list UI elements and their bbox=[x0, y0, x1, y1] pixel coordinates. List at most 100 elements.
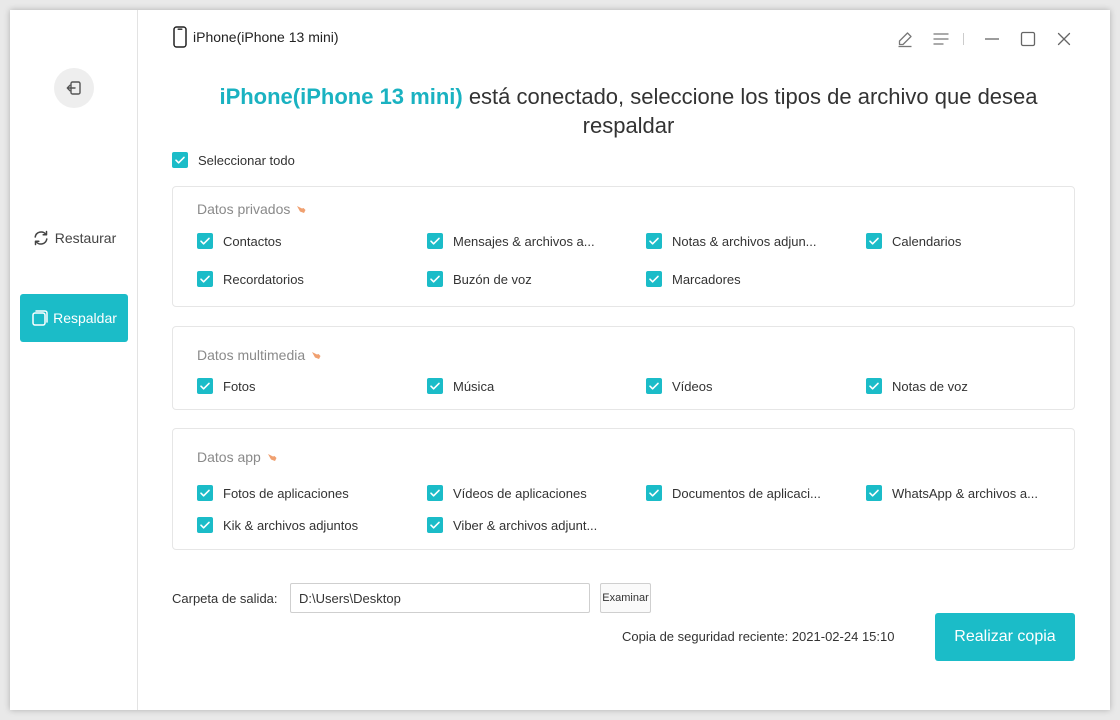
group-title: Datos app bbox=[197, 449, 278, 465]
group-title: Datos privados bbox=[197, 201, 307, 217]
menu-button[interactable] bbox=[923, 28, 959, 50]
group-title: Datos multimedia bbox=[197, 347, 322, 363]
group-title-text: Datos multimedia bbox=[197, 347, 306, 363]
device-title-text: iPhone(iPhone 13 mini) bbox=[193, 29, 339, 45]
checkbox-label: Música bbox=[453, 378, 495, 394]
sidebar: Restaurar Respaldar bbox=[10, 10, 138, 710]
checkbox-whatsapp[interactable]: WhatsApp & archivos a... bbox=[866, 485, 1038, 501]
start-backup-button[interactable]: Realizar copia bbox=[935, 613, 1075, 661]
feedback-button[interactable] bbox=[887, 28, 923, 50]
backup-icon bbox=[32, 310, 48, 326]
page-title-line1: iPhone(iPhone 13 mini) está conectado, s… bbox=[147, 82, 1110, 111]
checkbox-label: Viber & archivos adjunt... bbox=[453, 517, 598, 533]
recent-backup-text: Copia de seguridad reciente: 2021-02-24 … bbox=[622, 629, 895, 644]
checkbox-label: Fotos de aplicaciones bbox=[223, 485, 349, 501]
checkbox-viber[interactable]: Viber & archivos adjunt... bbox=[427, 517, 597, 533]
output-folder-input[interactable] bbox=[290, 583, 590, 613]
checkbox-label: Mensajes & archivos a... bbox=[453, 233, 595, 249]
checkbox-checked-icon bbox=[197, 233, 213, 249]
checkbox-notes[interactable]: Notas & archivos adjun... bbox=[646, 233, 817, 249]
group-media-data: Datos multimedia Fotos Música Vídeos Not… bbox=[172, 326, 1075, 410]
checkbox-messages[interactable]: Mensajes & archivos a... bbox=[427, 233, 595, 249]
close-icon bbox=[1057, 32, 1071, 46]
back-icon bbox=[66, 81, 81, 95]
checkbox-label: Fotos bbox=[223, 378, 256, 394]
group-title-text: Datos privados bbox=[197, 201, 291, 217]
group-private-data: Datos privados Contactos Mensajes & arch… bbox=[172, 186, 1075, 307]
title-bar: iPhone(iPhone 13 mini) bbox=[147, 10, 1110, 66]
checkbox-checked-icon bbox=[197, 517, 213, 533]
checkbox-music[interactable]: Música bbox=[427, 378, 494, 394]
device-name: iPhone(iPhone 13 mini) bbox=[219, 84, 463, 109]
page-title-text: está conectado, seleccione los tipos de … bbox=[462, 84, 1038, 109]
minimize-icon bbox=[985, 38, 999, 40]
checkbox-checked-icon bbox=[172, 152, 188, 168]
close-button[interactable] bbox=[1046, 28, 1082, 50]
checkbox-label: WhatsApp & archivos a... bbox=[892, 485, 1038, 501]
checkbox-checked-icon bbox=[427, 378, 443, 394]
checkbox-checked-icon bbox=[197, 485, 213, 501]
minimize-button[interactable] bbox=[974, 28, 1010, 50]
checkbox-checked-icon bbox=[646, 271, 662, 287]
checkbox-checked-icon bbox=[646, 233, 662, 249]
hint-hand-icon bbox=[297, 206, 306, 213]
checkbox-contacts[interactable]: Contactos bbox=[197, 233, 282, 249]
checkbox-checked-icon bbox=[197, 271, 213, 287]
checkbox-label: Vídeos bbox=[672, 378, 713, 394]
checkbox-label: Contactos bbox=[223, 233, 282, 249]
hint-hand-icon bbox=[312, 352, 321, 359]
edit-icon bbox=[898, 32, 912, 48]
checkbox-label: Documentos de aplicaci... bbox=[672, 485, 821, 501]
checkbox-label: Kik & archivos adjuntos bbox=[223, 517, 359, 533]
checkbox-label: Notas de voz bbox=[892, 378, 968, 394]
maximize-button[interactable] bbox=[1010, 28, 1046, 50]
checkbox-label: Calendarios bbox=[892, 233, 962, 249]
browse-button[interactable]: Examinar bbox=[600, 583, 651, 613]
checkbox-checked-icon bbox=[866, 378, 882, 394]
group-title-text: Datos app bbox=[197, 449, 261, 465]
page-title-line2: respaldar bbox=[582, 113, 675, 138]
sidebar-item-restore[interactable]: Restaurar bbox=[20, 218, 128, 258]
window-controls bbox=[887, 28, 1082, 50]
checkbox-checked-icon bbox=[646, 378, 662, 394]
hint-hand-icon bbox=[267, 454, 277, 461]
checkbox-app-documents[interactable]: Documentos de aplicaci... bbox=[646, 485, 821, 501]
checkbox-label: Marcadores bbox=[672, 271, 741, 287]
checkbox-videos[interactable]: Vídeos bbox=[646, 378, 712, 394]
checkbox-label: Recordatorios bbox=[223, 271, 304, 287]
checkbox-label: Buzón de voz bbox=[453, 271, 532, 287]
checkbox-label: Vídeos de aplicaciones bbox=[453, 485, 587, 501]
phone-icon bbox=[173, 26, 187, 48]
divider bbox=[963, 33, 964, 45]
checkbox-kik[interactable]: Kik & archivos adjuntos bbox=[197, 517, 358, 533]
checkbox-checked-icon bbox=[427, 485, 443, 501]
device-title: iPhone(iPhone 13 mini) bbox=[173, 26, 339, 48]
checkbox-checked-icon bbox=[427, 233, 443, 249]
sidebar-item-label: Respaldar bbox=[53, 310, 117, 326]
checkbox-checked-icon bbox=[427, 271, 443, 287]
checkbox-bookmarks[interactable]: Marcadores bbox=[646, 271, 741, 287]
back-button[interactable] bbox=[54, 68, 94, 108]
checkbox-label: Notas & archivos adjun... bbox=[672, 233, 817, 249]
checkbox-checked-icon bbox=[427, 517, 443, 533]
checkbox-checked-icon bbox=[197, 378, 213, 394]
select-all-checkbox[interactable]: Seleccionar todo bbox=[172, 152, 295, 168]
sidebar-item-backup[interactable]: Respaldar bbox=[20, 294, 128, 342]
checkbox-calendars[interactable]: Calendarios bbox=[866, 233, 961, 249]
checkbox-photos[interactable]: Fotos bbox=[197, 378, 256, 394]
checkbox-voice-memos[interactable]: Notas de voz bbox=[866, 378, 968, 394]
checkbox-app-photos[interactable]: Fotos de aplicaciones bbox=[197, 485, 349, 501]
page-title: iPhone(iPhone 13 mini) está conectado, s… bbox=[147, 82, 1110, 140]
output-folder-label: Carpeta de salida: bbox=[172, 591, 278, 606]
checkbox-reminders[interactable]: Recordatorios bbox=[197, 271, 304, 287]
restore-icon bbox=[34, 230, 48, 246]
group-app-data: Datos app Fotos de aplicaciones Vídeos d… bbox=[172, 428, 1075, 550]
checkbox-checked-icon bbox=[866, 485, 882, 501]
checkbox-voicemail[interactable]: Buzón de voz bbox=[427, 271, 532, 287]
checkbox-app-videos[interactable]: Vídeos de aplicaciones bbox=[427, 485, 587, 501]
menu-icon bbox=[933, 33, 949, 45]
sidebar-item-label: Restaurar bbox=[54, 230, 117, 246]
checkbox-checked-icon bbox=[866, 233, 882, 249]
app-window: Restaurar Respaldar iPhone(iPhone 13 min… bbox=[10, 10, 1110, 710]
select-all-label: Seleccionar todo bbox=[198, 152, 295, 168]
